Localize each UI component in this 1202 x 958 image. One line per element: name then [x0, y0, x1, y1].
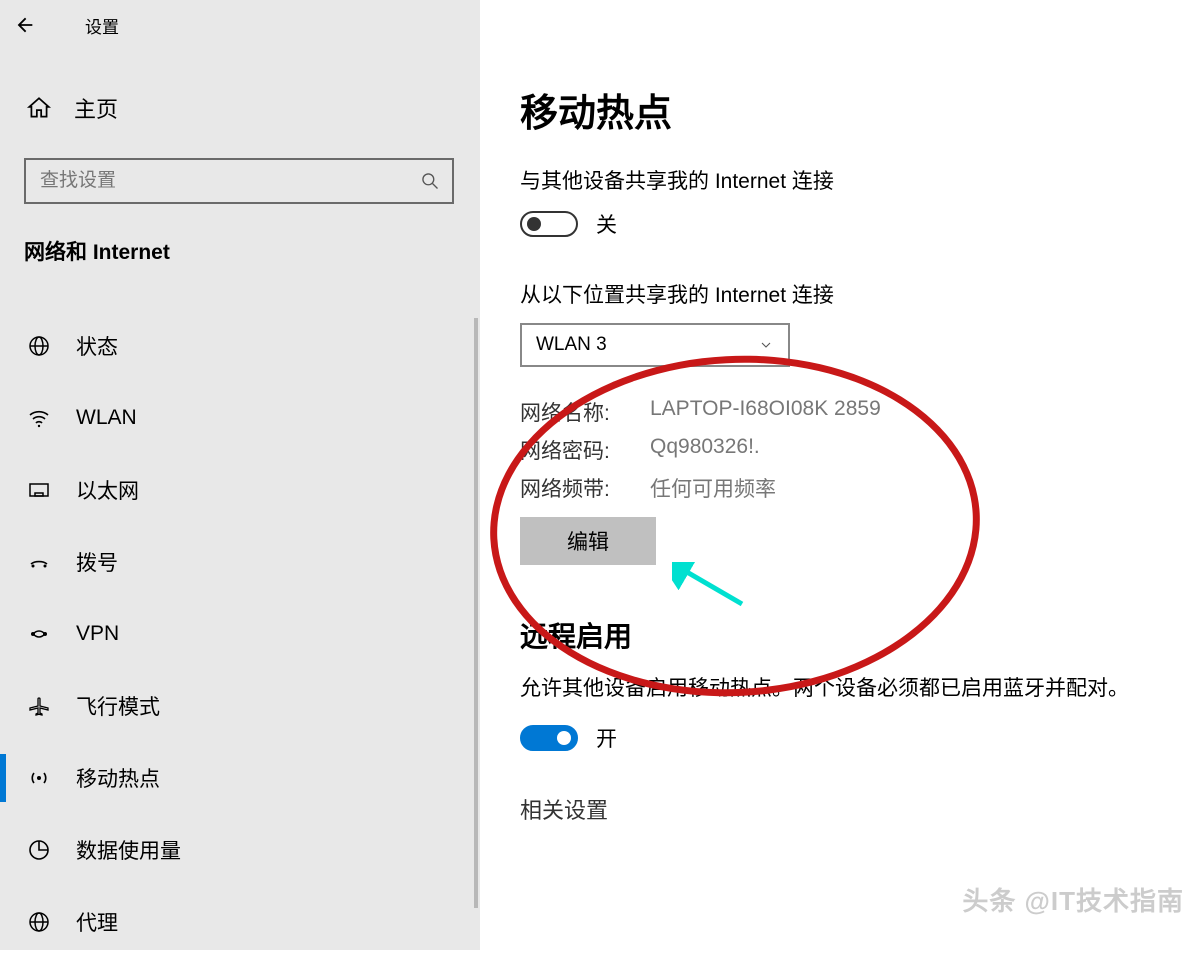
nav-label: 状态	[76, 331, 118, 361]
nav-label: 移动热点	[76, 763, 160, 793]
nav-label: 数据使用量	[76, 835, 181, 865]
nav-label: 以太网	[76, 475, 139, 505]
wifi-icon	[26, 405, 52, 431]
nav-status[interactable]: 状态	[0, 310, 480, 382]
share-toggle[interactable]	[520, 211, 578, 237]
dropdown-value: WLAN 3	[536, 334, 607, 356]
network-band-value: 任何可用频率	[650, 473, 776, 503]
nav-ethernet[interactable]: 以太网	[0, 454, 480, 526]
network-name-row: 网络名称: LAPTOP-I68OI08K 2859	[520, 397, 1202, 427]
related-heading: 相关设置	[520, 793, 1202, 825]
network-password-row: 网络密码: Qq980326!.	[520, 435, 1202, 465]
network-band-key: 网络频带:	[520, 473, 650, 503]
chevron-down-icon	[758, 337, 774, 353]
ethernet-icon	[26, 477, 52, 503]
airplane-icon	[26, 693, 52, 719]
edit-button[interactable]: 编辑	[520, 517, 656, 565]
remote-heading: 远程启用	[520, 615, 1202, 655]
page-title: 移动热点	[520, 82, 1202, 137]
home-icon	[26, 95, 52, 121]
network-band-row: 网络频带: 任何可用频率	[520, 473, 1202, 503]
nav-dialup[interactable]: 拨号	[0, 526, 480, 598]
category-heading: 网络和 Internet	[24, 236, 170, 266]
nav-label: 拨号	[76, 547, 118, 577]
nav-airplane[interactable]: 飞行模式	[0, 670, 480, 742]
network-name-value: LAPTOP-I68OI08K 2859	[650, 397, 881, 427]
watermark: 头条 @IT技术指南	[962, 881, 1184, 918]
data-icon	[26, 837, 52, 863]
from-label: 从以下位置共享我的 Internet 连接	[520, 279, 1202, 309]
dialup-icon	[26, 549, 52, 575]
nav-label: 代理	[76, 907, 118, 937]
nav-list: 状态 WLAN 以太网 拨号 VPN 飞行模式 移动热点 数据使用量	[0, 310, 480, 958]
remote-description: 允许其他设备启用移动热点。两个设备必须都已启用蓝牙并配对。	[520, 673, 1130, 705]
nav-label: 飞行模式	[76, 691, 160, 721]
share-toggle-text: 关	[596, 209, 617, 239]
nav-vpn[interactable]: VPN	[0, 598, 480, 670]
home-label: 主页	[74, 92, 118, 124]
network-name-key: 网络名称:	[520, 397, 650, 427]
nav-label: WLAN	[76, 406, 137, 430]
network-password-value: Qq980326!.	[650, 435, 760, 465]
globe-icon	[26, 333, 52, 359]
network-password-key: 网络密码:	[520, 435, 650, 465]
vpn-icon	[26, 621, 52, 647]
share-label: 与其他设备共享我的 Internet 连接	[520, 165, 1202, 195]
nav-proxy[interactable]: 代理	[0, 886, 480, 958]
arrow-left-icon	[14, 14, 36, 36]
nav-data-usage[interactable]: 数据使用量	[0, 814, 480, 886]
content-pane: 移动热点 与其他设备共享我的 Internet 连接 关 从以下位置共享我的 I…	[480, 0, 1202, 950]
back-button[interactable]	[0, 0, 50, 50]
sidebar: 设置 主页 网络和 Internet 状态	[0, 0, 480, 950]
nav-hotspot[interactable]: 移动热点	[0, 742, 480, 814]
app-title: 设置	[85, 13, 119, 38]
remote-toggle-text: 开	[596, 723, 617, 753]
search-box[interactable]	[24, 158, 454, 204]
search-icon	[408, 171, 452, 191]
hotspot-icon	[26, 765, 52, 791]
connection-dropdown[interactable]: WLAN 3	[520, 323, 790, 367]
nav-label: VPN	[76, 622, 119, 646]
home-nav[interactable]: 主页	[26, 92, 118, 124]
proxy-icon	[26, 909, 52, 935]
nav-wlan[interactable]: WLAN	[0, 382, 480, 454]
search-input[interactable]	[26, 170, 408, 192]
sidebar-scrollbar[interactable]	[474, 318, 478, 908]
remote-toggle[interactable]	[520, 725, 578, 751]
